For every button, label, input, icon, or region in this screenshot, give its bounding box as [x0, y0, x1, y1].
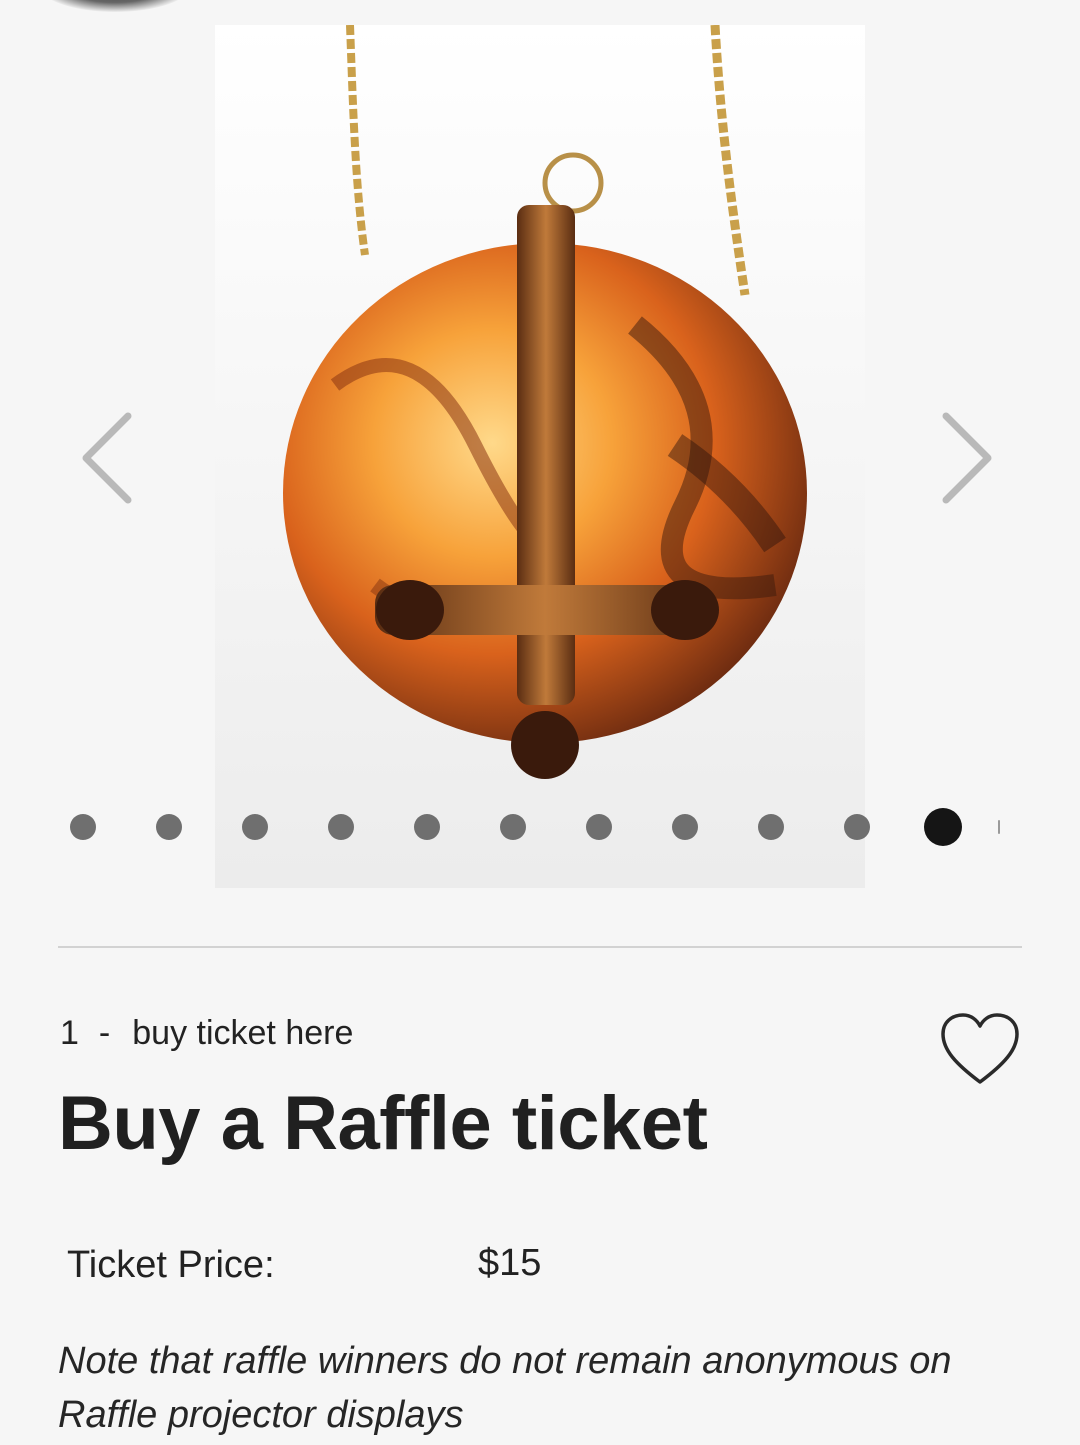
- image-carousel[interactable]: [0, 0, 1080, 900]
- anonymity-note: Note that raffle winners do not remain a…: [58, 1340, 952, 1436]
- product-photo[interactable]: [215, 25, 865, 888]
- carousel-pagination: [70, 808, 1000, 846]
- carousel-dot-active[interactable]: [924, 808, 962, 846]
- lot-number: 1: [60, 1014, 79, 1052]
- carousel-dot[interactable]: [156, 814, 182, 840]
- lot-info: 1 - buy ticket here: [60, 1014, 353, 1053]
- carousel-next-button[interactable]: [932, 408, 1002, 508]
- carousel-prev-button[interactable]: [72, 408, 142, 508]
- carousel-dot[interactable]: [328, 814, 354, 840]
- carousel-dot[interactable]: [844, 814, 870, 840]
- pendant-image: [215, 25, 865, 888]
- chevron-left-icon: [82, 412, 132, 504]
- carousel-dot[interactable]: [414, 814, 440, 840]
- carousel-dot[interactable]: [500, 814, 526, 840]
- carousel-dot[interactable]: [70, 814, 96, 840]
- carousel-dot[interactable]: [758, 814, 784, 840]
- ticket-price-value: $15: [478, 1242, 542, 1284]
- carousel-dot[interactable]: [672, 814, 698, 840]
- page-title: Buy a Raffle ticket: [58, 1081, 708, 1166]
- ticket-price-label: Ticket Price:: [67, 1244, 275, 1286]
- carousel-dot[interactable]: [242, 814, 268, 840]
- chevron-right-icon: [942, 412, 992, 504]
- lot-separator: -: [98, 1014, 111, 1052]
- carousel-dot[interactable]: [586, 814, 612, 840]
- heart-icon: [941, 1013, 1019, 1084]
- buy-ticket-link[interactable]: buy ticket here: [132, 1014, 353, 1053]
- section-divider: [58, 946, 1022, 948]
- carousel-dot-overflow: [998, 820, 1000, 834]
- favorite-button[interactable]: [938, 1010, 1022, 1090]
